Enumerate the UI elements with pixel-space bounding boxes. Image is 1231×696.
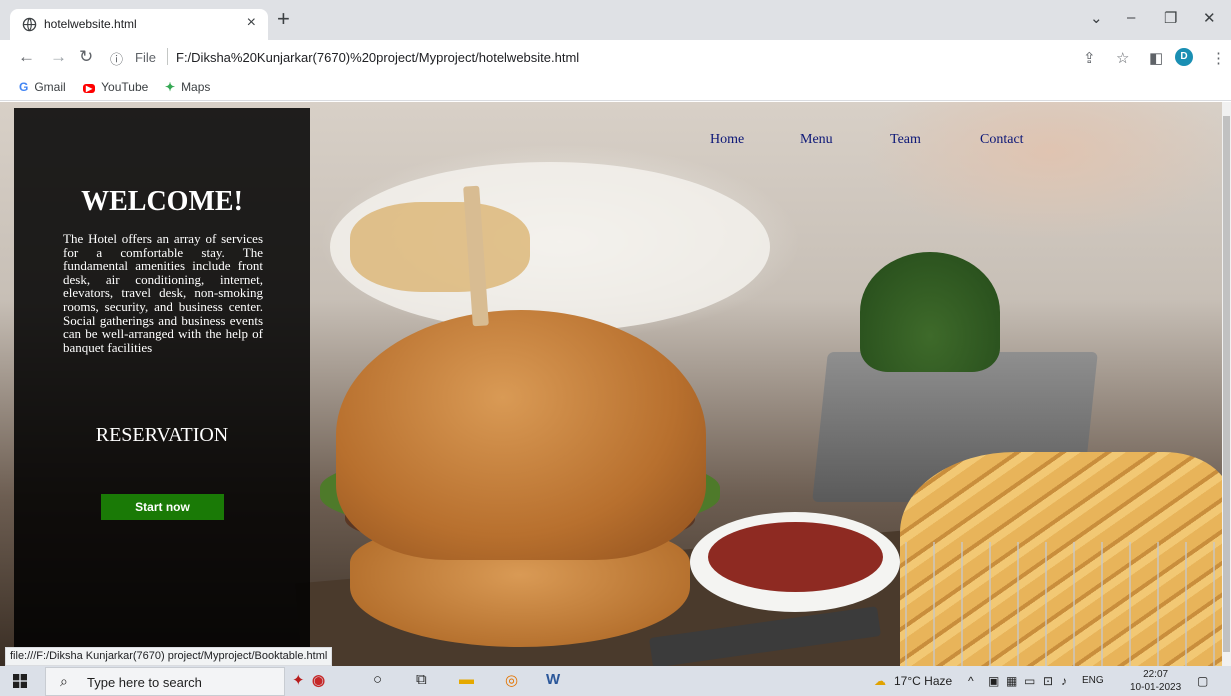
windows-start-icon[interactable]: [13, 674, 27, 688]
google-icon: G: [19, 80, 29, 94]
fry-basket-image-part: [905, 542, 1222, 666]
restore-button[interactable]: ❐: [1164, 9, 1177, 27]
clock-date: 10-01-2023: [1130, 682, 1182, 693]
browser-toolbar: ← → ↻ ⓘ File F:/Diksha%20Kunjarkar(7670)…: [0, 40, 1231, 75]
window-close-button[interactable]: ✕: [1203, 9, 1216, 27]
address-bar[interactable]: F:/Diksha%20Kunjarkar(7670)%20project/My…: [176, 50, 579, 65]
search-placeholder: Type here to search: [87, 675, 202, 690]
start-now-button[interactable]: Start now: [101, 494, 224, 520]
taskbar-clock[interactable]: 22:07 10-01-2023: [1130, 668, 1181, 694]
background-fries-image-part: [350, 202, 530, 292]
file-explorer-icon[interactable]: ▬: [459, 671, 474, 688]
nav-home[interactable]: Home: [710, 132, 744, 148]
bookmarks-bar: G Gmail ▶ YouTube ✦ Maps: [0, 75, 1231, 101]
new-tab-button[interactable]: +: [277, 8, 290, 30]
network-icon[interactable]: ⊡: [1043, 674, 1053, 688]
notifications-icon[interactable]: ▢: [1197, 674, 1208, 688]
onedrive-icon[interactable]: ▦: [1006, 674, 1017, 688]
bun-top-image-part: [336, 310, 706, 560]
meet-now-icon[interactable]: ▣: [988, 674, 999, 688]
show-hidden-icons-chevron[interactable]: ^: [968, 674, 974, 688]
nav-menu[interactable]: Menu: [800, 132, 833, 148]
star-icon[interactable]: ☆: [1116, 49, 1129, 67]
chevron-down-icon[interactable]: ⌄: [1090, 9, 1103, 27]
profile-avatar[interactable]: D: [1175, 48, 1193, 66]
word-icon[interactable]: W: [546, 671, 560, 688]
page-scrollbar[interactable]: [1222, 102, 1231, 666]
bookmark-label: YouTube: [101, 80, 149, 94]
welcome-panel: WELCOME! The Hotel offers an array of se…: [14, 108, 310, 666]
back-button[interactable]: ←: [18, 48, 35, 66]
welcome-description: The Hotel offers an array of services fo…: [63, 231, 263, 355]
bookmark-label: Gmail: [34, 80, 66, 94]
nav-team[interactable]: Team: [890, 132, 921, 148]
task-view-icon[interactable]: ⧉: [416, 671, 427, 688]
bookmark-label: Maps: [181, 80, 211, 94]
nav-contact[interactable]: Contact: [980, 132, 1024, 148]
address-divider: [167, 48, 168, 65]
search-icon: ⌕: [60, 673, 68, 689]
clock-time: 22:07: [1143, 669, 1169, 680]
forward-button[interactable]: →: [50, 48, 67, 66]
menu-dots-icon[interactable]: ⋮: [1211, 49, 1226, 67]
tab-active[interactable]: hotelwebsite.html ×: [10, 9, 268, 40]
windows-taskbar: ⌕ Type here to search ✦ ◉ ○ ⧉ ▬ ◎ W ☁ 17…: [0, 666, 1231, 696]
pinned-app-icon[interactable]: ✦: [292, 671, 305, 689]
succulent-image-part: [860, 252, 1000, 372]
battery-icon[interactable]: ▭: [1024, 674, 1035, 688]
weather-icon[interactable]: ☁: [874, 674, 886, 688]
cortana-icon[interactable]: ○: [373, 671, 382, 688]
welcome-title: WELCOME!: [81, 186, 243, 217]
language-indicator[interactable]: ENG: [1082, 675, 1104, 686]
maps-icon: ✦: [165, 80, 176, 94]
reservation-title: RESERVATION: [95, 424, 229, 446]
ketchup-image-part: [708, 522, 883, 592]
bookmark-maps[interactable]: ✦ Maps: [165, 80, 210, 94]
side-panel-icon[interactable]: ◧: [1149, 49, 1163, 67]
bookmark-youtube[interactable]: ▶ YouTube: [83, 80, 148, 94]
chrome-icon[interactable]: ◎: [505, 671, 518, 689]
close-icon[interactable]: ×: [247, 14, 256, 32]
address-scheme: File: [135, 50, 156, 65]
globe-icon: [22, 17, 37, 32]
tab-title: hotelwebsite.html: [44, 17, 137, 31]
minimize-button[interactable]: –: [1127, 9, 1135, 26]
taskbar-search-box[interactable]: ⌕ Type here to search: [45, 667, 285, 696]
link-status-bubble: file:///F:/Diksha Kunjarkar(7670) projec…: [5, 647, 333, 666]
tab-strip: hotelwebsite.html × + ⌄ – ❐ ✕: [0, 0, 1231, 40]
game-app-icon[interactable]: ◉: [312, 671, 325, 689]
bookmark-gmail[interactable]: G Gmail: [19, 80, 66, 94]
youtube-icon: ▶: [83, 84, 96, 93]
page-viewport: Home Menu Team Contact WELCOME! The Hote…: [0, 102, 1222, 666]
scrollbar-thumb[interactable]: [1223, 116, 1230, 652]
volume-icon[interactable]: ♪: [1061, 674, 1067, 688]
weather-text[interactable]: 17°C Haze: [894, 674, 952, 688]
share-icon[interactable]: ⇪: [1083, 49, 1096, 67]
reload-button[interactable]: ↻: [79, 48, 93, 66]
info-icon[interactable]: ⓘ: [110, 49, 123, 68]
